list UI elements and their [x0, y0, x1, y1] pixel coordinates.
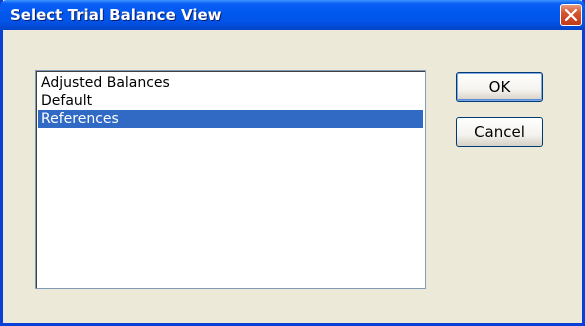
window-title: Select Trial Balance View: [10, 6, 222, 24]
cancel-button[interactable]: Cancel: [456, 117, 543, 147]
list-item-default[interactable]: Default: [38, 92, 423, 110]
close-button[interactable]: [560, 4, 582, 26]
list-item-references[interactable]: References: [38, 110, 423, 128]
close-icon: [565, 9, 577, 21]
ok-button[interactable]: OK: [456, 72, 543, 102]
view-listbox[interactable]: Adjusted Balances Default References: [35, 70, 426, 289]
dialog-window: Select Trial Balance View Adjusted Balan…: [0, 0, 585, 326]
list-item-adjusted-balances[interactable]: Adjusted Balances: [38, 74, 423, 92]
title-bar[interactable]: Select Trial Balance View: [0, 0, 585, 30]
